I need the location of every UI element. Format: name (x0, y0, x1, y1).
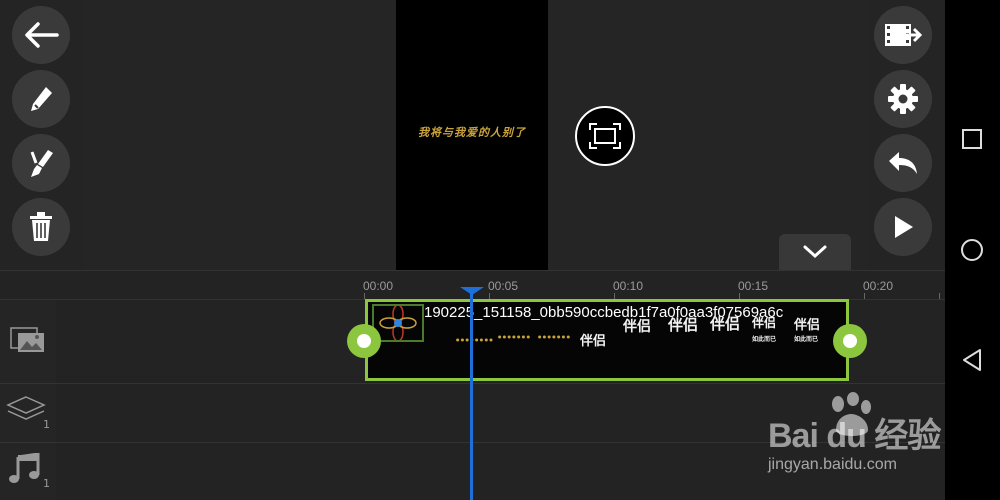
effects-button[interactable] (12, 134, 70, 192)
playhead-marker[interactable] (460, 287, 484, 295)
time-ruler[interactable]: 00:00 00:05 00:10 00:15 00:20 (363, 271, 945, 299)
left-toolbar (0, 0, 84, 270)
film-frame-text: 伴侣 (623, 319, 651, 335)
settings-button[interactable] (874, 70, 932, 128)
film-frame-text: 伴侣 (580, 334, 607, 349)
flower-logo-icon (379, 304, 417, 342)
play-button[interactable] (874, 198, 932, 256)
delete-button[interactable] (12, 198, 70, 256)
ruler-label: 00:20 (863, 279, 894, 293)
ruler-tick (939, 293, 940, 299)
preview-caption: 我将与我爱的人别了 (418, 126, 526, 139)
ruler-label: 00:00 (363, 279, 394, 293)
export-button[interactable] (874, 6, 932, 64)
layers-icon (6, 396, 46, 420)
fullscreen-button[interactable] (575, 106, 635, 166)
chevron-down-icon (803, 245, 827, 259)
film-frame-text: 伴侣 (668, 316, 699, 334)
watermark: Bai du 经验 jingyan.baidu.com (764, 390, 944, 495)
recents-icon[interactable] (961, 128, 983, 150)
film-frame-text: ● ● ● ● ● ● ● ● (456, 337, 493, 342)
edit-button[interactable] (12, 70, 70, 128)
play-icon (895, 216, 913, 238)
undo-icon (889, 152, 917, 174)
video-clip[interactable]: 190225_151158_0bb590ccbedb1f7a0f0aa3f075… (365, 299, 849, 381)
video-preview[interactable]: 我将与我爱的人别了 (396, 0, 548, 270)
clip-start-handle[interactable] (347, 324, 381, 358)
home-icon[interactable] (960, 238, 984, 262)
collapse-preview-button[interactable] (779, 234, 851, 270)
fullscreen-icon (589, 123, 621, 149)
ruler-label: 00:05 (488, 279, 519, 293)
film-frame-text: ● ● ● ● ● ● ● (538, 334, 571, 339)
music-note-icon (9, 453, 40, 483)
ruler-tick (864, 293, 865, 299)
film-frame-text: 伴侣 (710, 315, 741, 333)
system-navigation-bar (945, 0, 1000, 500)
film-export-icon (885, 24, 922, 46)
gear-icon (888, 84, 918, 114)
right-toolbar (868, 0, 945, 270)
trash-icon (30, 212, 52, 241)
film-frame-text: ● ● ● ● ● ● ● (498, 334, 531, 339)
video-track-icon (10, 327, 44, 352)
video-track-header (0, 299, 56, 383)
back-button[interactable] (12, 6, 70, 64)
undo-button[interactable] (874, 134, 932, 192)
layer-track-header: 1 (0, 384, 56, 442)
playhead[interactable] (470, 289, 473, 500)
film-frame-text: 如此而已 (752, 336, 777, 343)
clip-end-handle[interactable] (833, 324, 867, 358)
back-nav-icon[interactable] (961, 348, 983, 372)
watermark-url: jingyan.baidu.com (768, 456, 897, 473)
film-frame-text: 如此而已 (794, 336, 819, 343)
film-frame-text: 伴侣 (794, 318, 821, 333)
ruler-label: 00:15 (738, 279, 769, 293)
watermark-brand: Bai du 经验 (768, 417, 941, 455)
arrow-left-icon (25, 22, 59, 48)
brush-icon (30, 150, 53, 177)
layer-count: 1 (43, 418, 50, 431)
ruler-label: 00:10 (613, 279, 644, 293)
film-frame-text: 伴侣 (752, 316, 777, 330)
audio-track-header: 1 (0, 443, 56, 500)
pencil-icon (31, 87, 52, 111)
audio-count: 1 (43, 477, 50, 490)
video-editor-app: 我将与我爱的人别了 1 1 00:00 00:05 00:10 00:15 00… (0, 0, 945, 500)
